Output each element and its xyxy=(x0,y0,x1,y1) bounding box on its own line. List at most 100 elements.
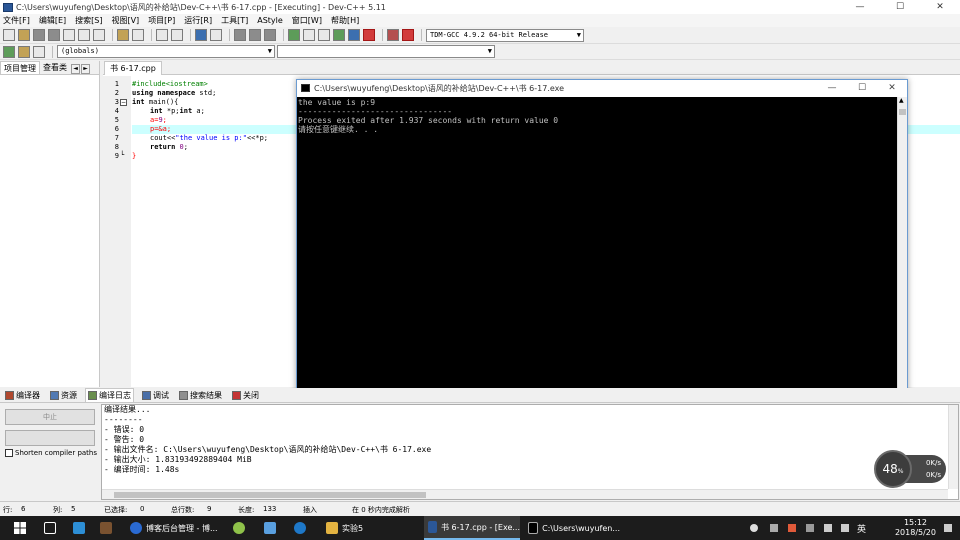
console-output[interactable]: the value is p:9 -----------------------… xyxy=(297,97,897,397)
add-to-project-icon[interactable] xyxy=(18,45,30,58)
fold-toggle-icon[interactable]: − xyxy=(120,99,127,106)
rebuild-icon[interactable] xyxy=(333,29,345,41)
console-scrollbar[interactable]: ▲ ▼ xyxy=(897,97,907,397)
task-view-icon[interactable] xyxy=(44,522,56,534)
redo-icon[interactable] xyxy=(132,29,144,41)
code-line-8[interactable]: return 0; xyxy=(150,143,188,152)
menu-file[interactable]: 文件[F] xyxy=(3,15,30,26)
taskbar-clock[interactable]: 15:12 2018/5/20 xyxy=(895,518,936,538)
menu-help[interactable]: 帮助[H] xyxy=(331,15,359,26)
start-windows-icon[interactable] xyxy=(14,522,26,534)
close-file-icon[interactable] xyxy=(63,29,75,41)
menu-project[interactable]: 项目[P] xyxy=(148,15,175,26)
tab-close[interactable]: 关闭 xyxy=(230,388,261,402)
taskbar-app-console[interactable]: C:\Users\wuyufen... xyxy=(524,516,620,540)
console-minimize-button[interactable]: — xyxy=(817,80,847,96)
tab-class-browser[interactable]: 查看类 xyxy=(40,61,70,74)
stop-execution-icon[interactable] xyxy=(363,29,375,41)
remove-from-project-icon[interactable] xyxy=(33,45,45,58)
menu-edit[interactable]: 编辑[E] xyxy=(39,15,66,26)
code-line-2[interactable]: using namespace std; xyxy=(132,89,216,98)
tab-project-manager[interactable]: 项目管理 xyxy=(0,61,40,74)
find-icon[interactable] xyxy=(156,29,168,41)
tab-resources[interactable]: 资源 xyxy=(48,388,79,402)
pinned-app-icon[interactable] xyxy=(73,522,85,534)
maximize-button[interactable]: ☐ xyxy=(880,0,920,14)
member-select[interactable]: ▼ xyxy=(277,45,495,58)
ime-indicator[interactable]: 英 xyxy=(857,522,866,535)
menu-view[interactable]: 视图[V] xyxy=(111,15,139,26)
new-file-icon[interactable] xyxy=(3,29,15,41)
console-close-button[interactable]: ✕ xyxy=(877,80,907,96)
abort-compilation-button[interactable]: 中止 xyxy=(5,409,95,425)
check-syntax-icon[interactable] xyxy=(348,29,360,41)
bookmark-icon[interactable] xyxy=(210,29,222,41)
menu-astyle[interactable]: AStyle xyxy=(257,16,283,25)
close-all-icon[interactable] xyxy=(78,29,90,41)
pinned-app-icon[interactable] xyxy=(100,522,112,534)
scope-select[interactable]: (globals) ▼ xyxy=(57,45,275,58)
tab-compile-log[interactable]: 编译日志 xyxy=(85,388,134,402)
menu-tools[interactable]: 工具[T] xyxy=(221,15,248,26)
compiler-select[interactable]: TDM-GCC 4.9.2 64-bit Release ▼ xyxy=(426,28,584,42)
compile-icon[interactable] xyxy=(288,29,300,41)
open-file-icon[interactable] xyxy=(18,29,30,41)
pinned-app-icon[interactable] xyxy=(264,522,276,534)
tab-find-results[interactable]: 搜索结果 xyxy=(177,388,224,402)
toggle-comment-icon[interactable] xyxy=(264,29,276,41)
indent-icon[interactable] xyxy=(249,29,261,41)
tray-app-icon[interactable] xyxy=(806,524,814,532)
undo-icon[interactable] xyxy=(117,29,129,41)
scrollbar-thumb[interactable] xyxy=(114,492,426,498)
shorten-paths-checkbox[interactable] xyxy=(5,449,13,457)
notification-icon[interactable] xyxy=(944,524,952,532)
console-window[interactable]: C:\Users\wuyufeng\Desktop\语风的补给站\Dev-C++… xyxy=(296,79,908,398)
print-icon[interactable] xyxy=(93,29,105,41)
minimize-button[interactable]: — xyxy=(840,0,880,14)
log-extra-button[interactable] xyxy=(5,430,95,446)
tab-compiler[interactable]: 编译器 xyxy=(3,388,42,402)
menu-window[interactable]: 窗口[W] xyxy=(292,15,322,26)
unindent-icon[interactable] xyxy=(234,29,246,41)
close-button[interactable]: ✕ xyxy=(920,0,960,14)
taskbar-app-devcpp[interactable]: 书 6-17.cpp - [Exe... xyxy=(424,516,520,540)
menu-run[interactable]: 运行[R] xyxy=(184,15,212,26)
code-line-9[interactable]: } xyxy=(132,152,136,161)
code-line-6[interactable]: p=&a; xyxy=(150,125,171,134)
code-line-7[interactable]: cout<<"the value is p:"<<*p; xyxy=(150,134,268,143)
profile-chart-icon[interactable] xyxy=(387,29,399,41)
tab-debug[interactable]: 调试 xyxy=(140,388,171,402)
tab-source-file[interactable]: 书 6-17.cpp xyxy=(104,61,162,75)
new-project-icon[interactable] xyxy=(3,45,15,58)
network-speed-widget[interactable]: 0K/s 0K/s 48% xyxy=(874,450,946,488)
code-line-3[interactable]: int main(){ xyxy=(132,98,178,107)
goto-icon[interactable] xyxy=(195,29,207,41)
code-line-5[interactable]: a=9; xyxy=(150,116,167,125)
log-horizontal-scrollbar[interactable] xyxy=(102,489,948,499)
scrollbar-thumb[interactable] xyxy=(899,109,906,115)
pinned-app-icon[interactable] xyxy=(233,522,245,534)
taskbar-app-folder[interactable]: 实验5 xyxy=(322,516,420,540)
network-icon[interactable] xyxy=(824,524,832,532)
code-line-1[interactable]: #include<iostream> xyxy=(132,80,208,89)
people-icon[interactable] xyxy=(750,524,758,532)
tray-app-icon[interactable] xyxy=(770,524,778,532)
shorten-paths-option[interactable]: Shorten compiler paths xyxy=(5,449,97,457)
console-maximize-button[interactable]: ☐ xyxy=(847,80,877,96)
tab-next-button[interactable]: ► xyxy=(81,64,90,74)
volume-icon[interactable] xyxy=(841,524,849,532)
menu-search[interactable]: 搜索[S] xyxy=(75,15,102,26)
pinned-app-icon[interactable] xyxy=(294,522,306,534)
log-vertical-scrollbar[interactable] xyxy=(948,405,958,489)
delete-profile-icon[interactable] xyxy=(402,29,414,41)
compile-log-output[interactable]: 编译结果... -------- - 错误: 0 - 警告: 0 - 输出文件名… xyxy=(101,404,959,500)
console-titlebar[interactable]: C:\Users\wuyufeng\Desktop\语风的补给站\Dev-C++… xyxy=(297,80,907,96)
replace-icon[interactable] xyxy=(171,29,183,41)
run-icon[interactable] xyxy=(303,29,315,41)
save-all-icon[interactable] xyxy=(48,29,60,41)
compile-run-icon[interactable] xyxy=(318,29,330,41)
scroll-up-icon[interactable]: ▲ xyxy=(899,97,904,104)
code-line-4[interactable]: int *p;int a; xyxy=(150,107,205,116)
taskbar-app-browser[interactable]: 博客后台管理 - 博... xyxy=(126,516,218,540)
tab-prev-button[interactable]: ◄ xyxy=(71,64,80,74)
